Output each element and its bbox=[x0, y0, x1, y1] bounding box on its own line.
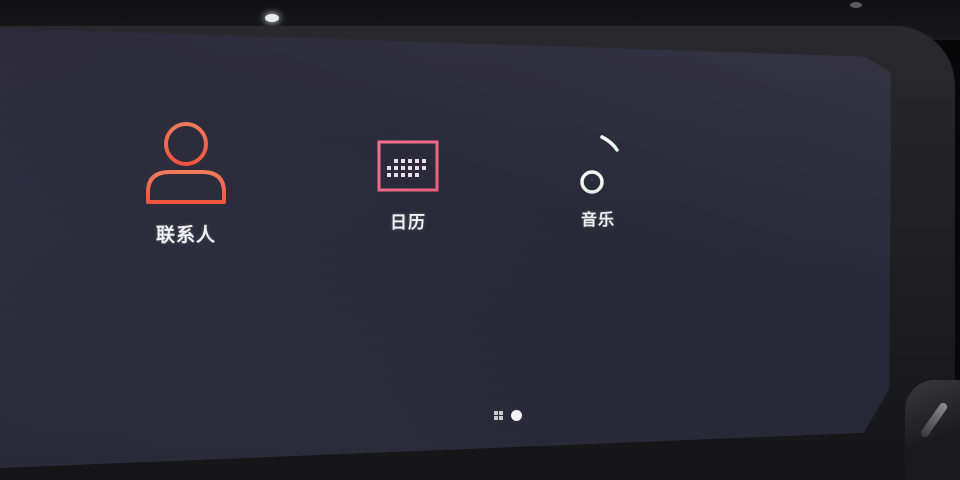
app-calendar[interactable]: 日历 bbox=[370, 132, 446, 233]
page-dot-active[interactable] bbox=[511, 410, 522, 421]
app-contacts[interactable]: 联系人 bbox=[138, 120, 234, 247]
app-music-label: 音乐 bbox=[580, 210, 615, 229]
app-music[interactable]: 音乐 bbox=[570, 132, 626, 230]
dashboard-light bbox=[265, 14, 279, 22]
music-note-icon bbox=[580, 135, 619, 194]
app-calendar-label: 日历 bbox=[390, 213, 426, 233]
app-contacts-label: 联系人 bbox=[155, 224, 216, 246]
dashboard-light bbox=[850, 2, 862, 8]
person-icon bbox=[146, 122, 226, 204]
page-indicator bbox=[494, 410, 522, 421]
apps-grid-icon[interactable] bbox=[494, 411, 503, 420]
dashboard-trim bbox=[905, 380, 960, 480]
car-infotainment-photo: 联系人 日历 音乐 bbox=[0, 0, 960, 480]
launcher-screen: 联系人 日历 音乐 bbox=[0, 28, 891, 468]
calendar-icon bbox=[377, 135, 439, 192]
screen-glare bbox=[0, 28, 891, 468]
